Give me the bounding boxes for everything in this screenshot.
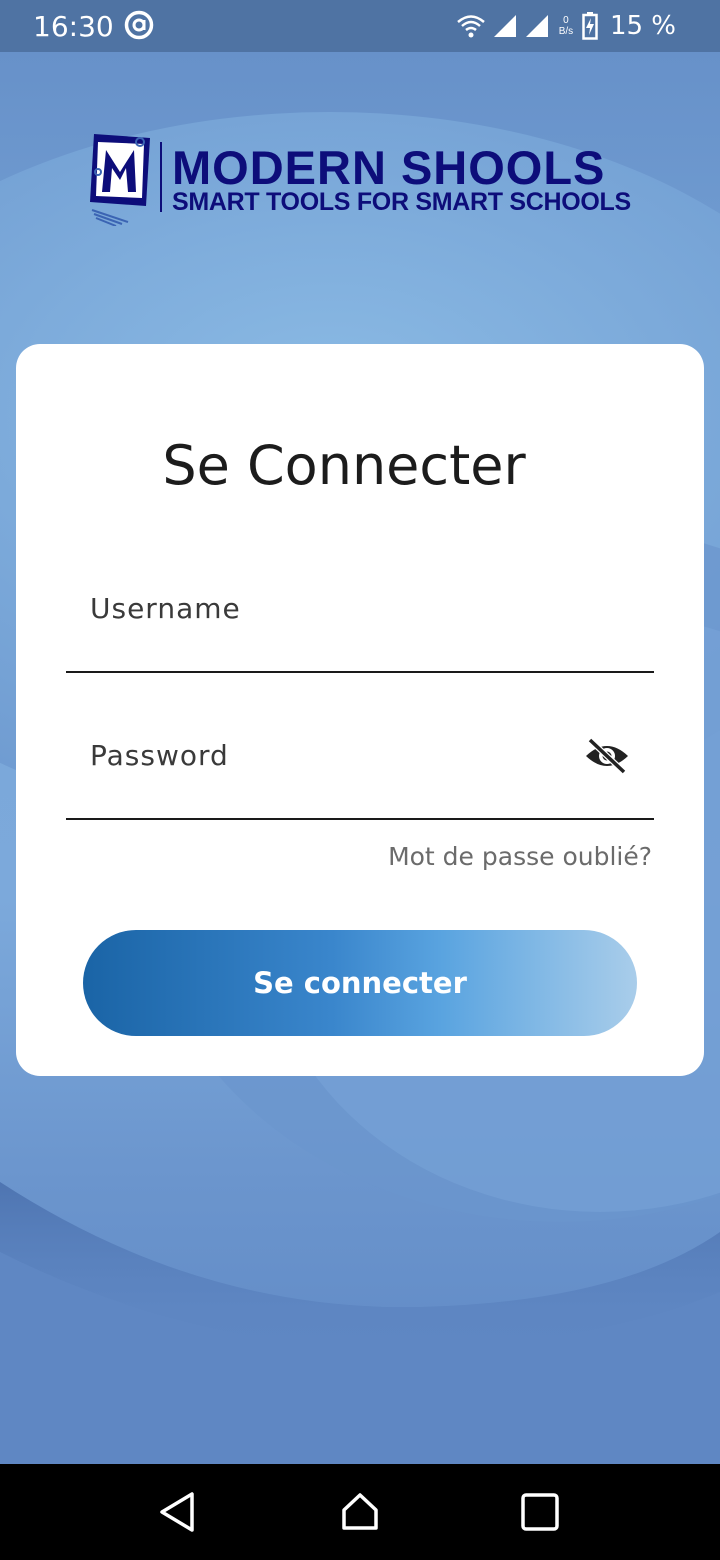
back-icon[interactable] [156, 1490, 200, 1534]
username-field[interactable] [66, 575, 654, 673]
signal-icon [493, 15, 516, 37]
net-speed: 0 B/s [556, 15, 576, 37]
battery-charging-icon [582, 12, 598, 40]
password-field[interactable] [66, 722, 654, 820]
at-icon [124, 10, 154, 40]
net-speed-unit: B/s [558, 26, 574, 37]
status-bar: 16:30 0 B/s 15 % [0, 0, 720, 52]
net-speed-value: 0 [563, 15, 569, 26]
logo-mark-icon [90, 134, 150, 226]
forgot-password-link[interactable]: Mot de passe oublié? [388, 842, 652, 871]
status-time: 16:30 [33, 10, 114, 43]
logo-title: MODERN SHOOLS [172, 141, 606, 194]
recents-icon[interactable] [518, 1490, 562, 1534]
home-icon[interactable] [338, 1490, 382, 1534]
navigation-bar [0, 1464, 720, 1560]
logo-divider [160, 142, 162, 212]
logo-subtitle: SMART TOOLS FOR SMART SCHOOLS [172, 188, 631, 216]
username-input[interactable] [66, 577, 572, 639]
password-input[interactable] [66, 724, 572, 786]
battery-percent: 15 % [609, 11, 676, 41]
login-button[interactable]: Se connecter [83, 930, 637, 1036]
signal-icon [525, 15, 548, 37]
wifi-icon [457, 15, 485, 38]
brand-logo: MODERN SHOOLS SMART TOOLS FOR SMART SCHO… [88, 132, 668, 228]
page-title: Se Connecter [162, 434, 526, 497]
eye-off-icon[interactable] [584, 736, 630, 776]
